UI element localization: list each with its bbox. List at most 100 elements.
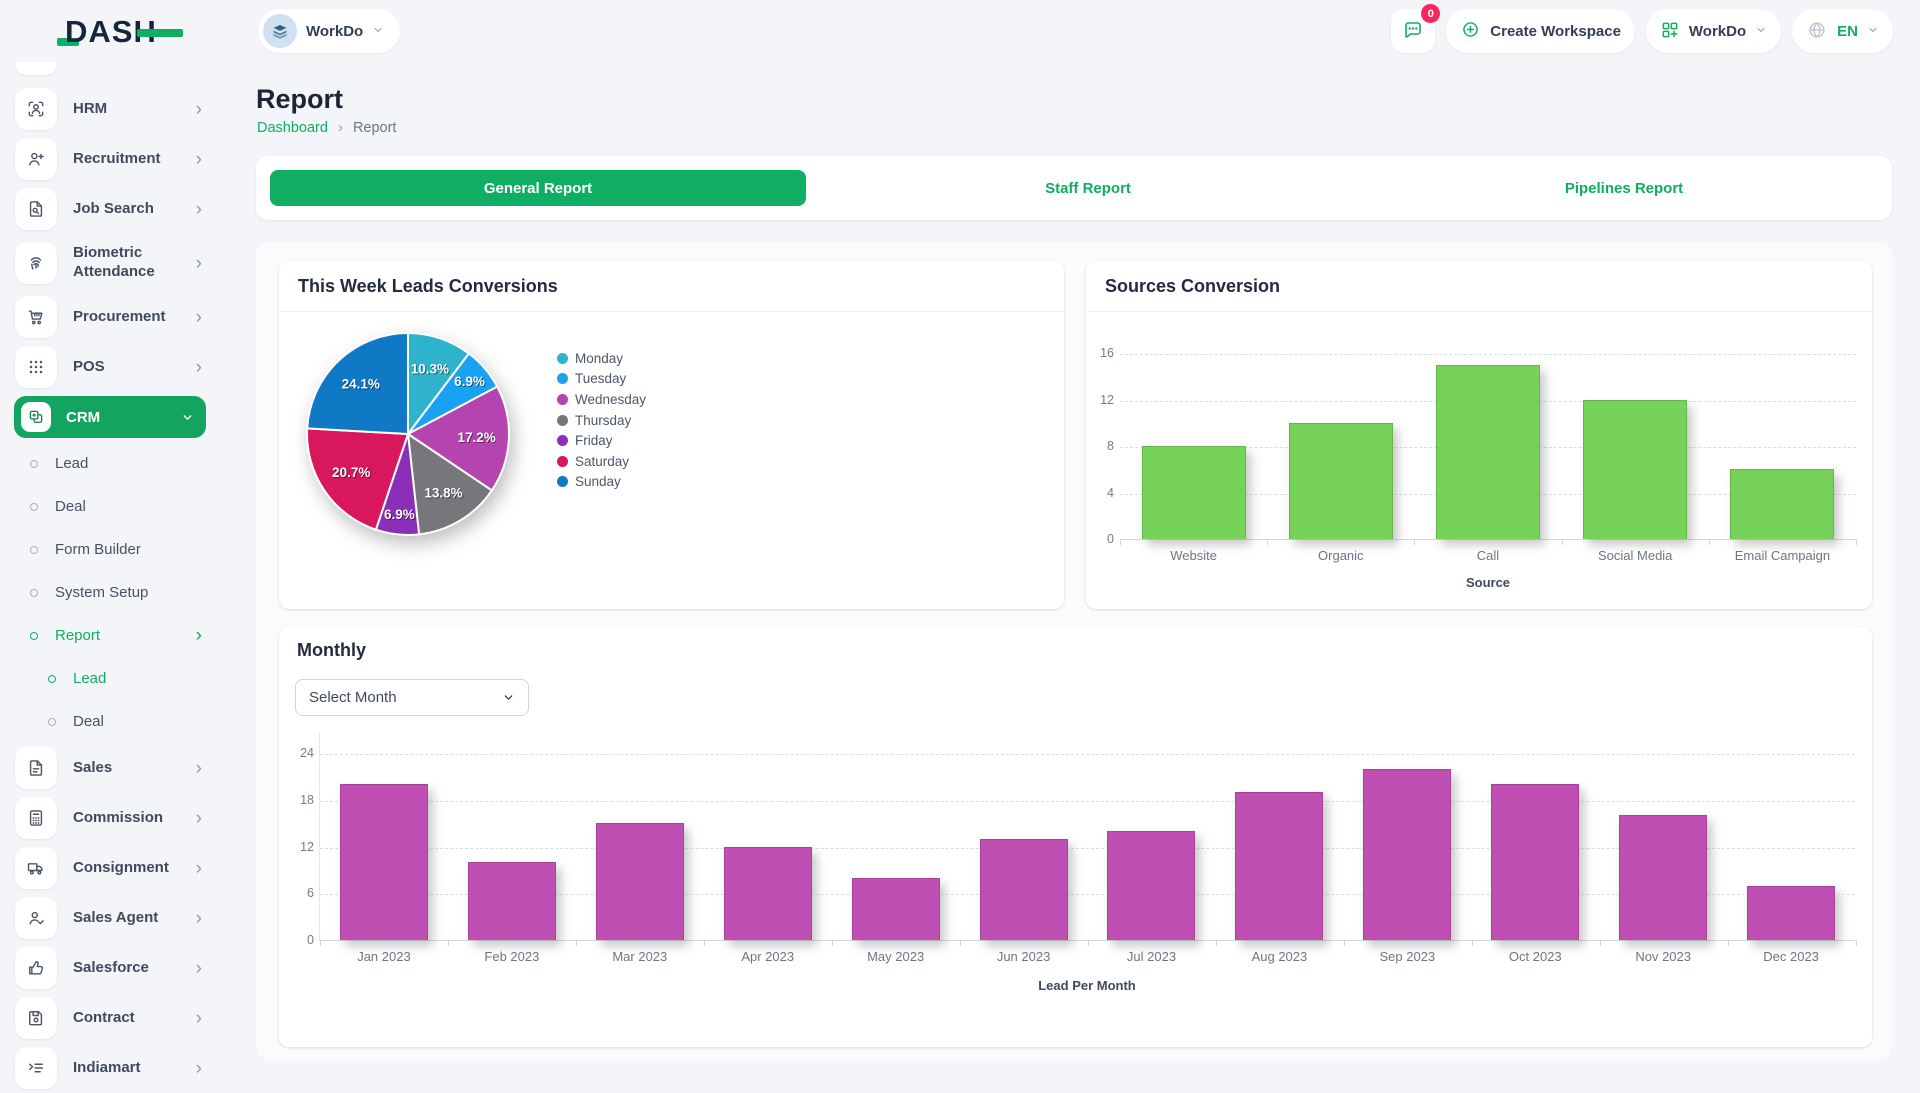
sidebar-item-sales-agent[interactable]: Sales Agent› [0, 893, 220, 943]
axis-tick [1562, 539, 1563, 545]
grid-dots-icon [15, 346, 57, 388]
bar-website [1142, 446, 1246, 539]
sidebar-subitem-lead[interactable]: Lead [0, 657, 220, 700]
workspace-switcher[interactable]: WorkDo [258, 9, 400, 53]
axis-tick [1267, 539, 1268, 545]
y-tick-label: 0 [282, 933, 314, 947]
sidebar-item-procurement[interactable]: Procurement› [0, 292, 220, 342]
legend-item-sunday[interactable]: Sunday [557, 472, 646, 493]
legend-label: Sunday [575, 474, 621, 489]
sidebar-item-commission[interactable]: Commission› [0, 793, 220, 843]
sidebar-item-label: HRM [73, 100, 185, 119]
x-tick-label: Jul 2023 [1088, 949, 1216, 964]
x-tick-label: Sep 2023 [1343, 949, 1471, 964]
card-sources-conversion: Sources Conversion 0481216WebsiteOrganic… [1086, 261, 1872, 609]
x-tick-label: Jan 2023 [320, 949, 448, 964]
sidebar-item-recruitment[interactable]: Recruitment› [0, 134, 220, 184]
sidebar-item-label: Procurement [73, 308, 185, 327]
org-menu-button[interactable]: WorkDo [1646, 9, 1781, 53]
legend-label: Saturday [575, 454, 629, 469]
bar-organic [1289, 423, 1393, 539]
legend-item-friday[interactable]: Friday [557, 430, 646, 451]
y-tick-label: 4 [1082, 486, 1114, 500]
bar-aug-2023 [1235, 792, 1323, 940]
axis-tick [1414, 539, 1415, 545]
pie-legend: MondayTuesdayWednesdayThursdayFriday Satu… [557, 348, 646, 492]
x-tick-label: Feb 2023 [448, 949, 576, 964]
bar-jul-2023 [1107, 831, 1195, 940]
chevron-right-icon: › [196, 959, 202, 978]
x-tick-label: Call [1414, 548, 1561, 563]
legend-item-thursday[interactable]: Thursday [557, 410, 646, 431]
sidebar-item-label: Recruitment [73, 150, 185, 169]
sidebar-item-pos[interactable]: POS› [0, 342, 220, 392]
sidebar-item-hrm[interactable]: HRM› [0, 84, 220, 134]
bar-dec-2023 [1747, 886, 1835, 941]
chevron-right-icon: › [196, 1059, 202, 1078]
y-tick-label: 6 [282, 886, 314, 900]
sidebar-item-contract[interactable]: Contract› [0, 993, 220, 1043]
sidebar-item-consignment[interactable]: Consignment› [0, 843, 220, 893]
x-axis-title: Source [1120, 575, 1856, 590]
x-tick-label: Oct 2023 [1471, 949, 1599, 964]
pie-slice-label: 17.2% [457, 430, 495, 445]
chevron-right-icon: › [196, 759, 202, 778]
chevron-down-icon [372, 24, 384, 39]
pie-slice-label: 20.7% [332, 465, 370, 480]
messages-button[interactable]: 0 [1391, 9, 1435, 53]
language-label: EN [1837, 23, 1858, 40]
breadcrumb-link-dashboard[interactable]: Dashboard [257, 120, 328, 136]
axis-tick [1856, 539, 1857, 545]
x-tick-label: Website [1120, 548, 1267, 563]
legend-item-wednesday[interactable]: Wednesday [557, 389, 646, 410]
tab-general-report[interactable]: General Report [270, 170, 806, 206]
sidebar-item-indiamart[interactable]: Indiamart › [0, 1043, 220, 1093]
top-header: DASH WorkDo 0 Create Workspace WorkDo [0, 0, 1920, 62]
language-selector[interactable]: EN [1792, 9, 1893, 53]
month-select[interactable]: Select Month [295, 679, 529, 716]
bar-social-media [1583, 400, 1687, 540]
tab-staff-report[interactable]: Staff Report [820, 156, 1356, 220]
bullet-icon [48, 718, 56, 726]
legend-dot [557, 435, 568, 446]
card-week-leads-conversions: This Week Leads Conversions 10.3%10.3%6.… [279, 261, 1064, 609]
app-logo[interactable]: DASH [57, 14, 183, 50]
axis-tick [1856, 940, 1857, 946]
sidebar-item-biometric-attendance[interactable]: Biometric Attendance› [0, 234, 220, 292]
y-tick-label: 0 [1082, 532, 1114, 546]
sidebar-subitem-form-builder[interactable]: Form Builder [0, 528, 220, 571]
sidebar-item-sales[interactable]: Sales › [0, 743, 220, 793]
sidebar-item-label: Salesforce [73, 959, 185, 978]
x-axis-labels: WebsiteOrganicCallSocial MediaEmail Camp… [1120, 548, 1856, 563]
sidebar-subitem-lead[interactable]: Lead [0, 442, 220, 485]
bars [320, 732, 1855, 940]
sidebar-subitem-deal[interactable]: Deal [0, 700, 220, 743]
legend-item-saturday[interactable]: Saturday [557, 451, 646, 472]
sidebar-subitem-deal[interactable]: Deal [0, 485, 220, 528]
crm-cards-icon [21, 402, 51, 432]
org-label: WorkDo [1689, 23, 1746, 40]
legend-item-monday[interactable]: Monday [557, 348, 646, 369]
sidebar-item-crm[interactable]: CRM [0, 392, 220, 442]
x-tick-label: Dec 2023 [1727, 949, 1855, 964]
sidebar-subitem-system-setup[interactable]: System Setup [0, 571, 220, 614]
sidebar-item-label: Form Builder [55, 541, 141, 558]
tab-pipelines-report[interactable]: Pipelines Report [1356, 156, 1892, 220]
bar-feb-2023 [468, 862, 556, 940]
chevron-right-icon: › [196, 254, 202, 273]
sidebar-item-label: Sales [73, 759, 185, 778]
x-tick-label: Organic [1267, 548, 1414, 563]
create-workspace-button[interactable]: Create Workspace [1446, 9, 1635, 53]
chevron-right-icon: › [196, 809, 202, 828]
sidebar-item-label: Indiamart [73, 1059, 185, 1078]
legend-item-tuesday[interactable]: Tuesday [557, 369, 646, 390]
card-title: This Week Leads Conversions [279, 261, 1064, 312]
sidebar-subitem-report[interactable]: Report› [0, 614, 220, 657]
bar-sep-2023 [1363, 769, 1451, 940]
bullet-icon [30, 589, 38, 597]
sidebar-item-salesforce[interactable]: Salesforce › [0, 943, 220, 993]
axis-tick [1120, 539, 1121, 545]
sources-bar-chart: 0481216WebsiteOrganicCallSocial MediaEma… [1120, 321, 1856, 540]
sidebar-item-job-search[interactable]: Job Search› [0, 184, 220, 234]
axis-tick [1728, 940, 1729, 946]
